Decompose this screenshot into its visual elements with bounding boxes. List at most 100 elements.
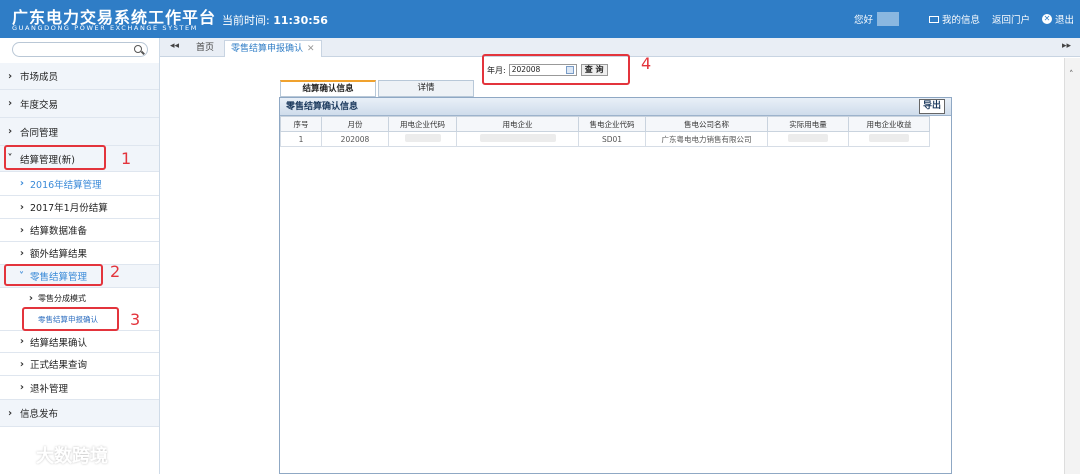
cell-index: 1	[280, 131, 322, 147]
sidebar-item-label: 2017年1月份结算	[30, 203, 108, 214]
chevron-right-icon: ›	[19, 247, 24, 259]
vertical-scrollbar[interactable]: ˄	[1064, 58, 1080, 474]
settlement-panel: 零售结算确认信息 导出 序号 月份 用电企业代码 用电企业 售电企业代码 售电公…	[279, 97, 952, 474]
sidebar-item-retail-share-mode[interactable]: › 零售分成模式	[0, 288, 159, 309]
cell-consumer-code-redacted	[388, 131, 457, 147]
redacted-value	[869, 134, 909, 142]
cell-consumer-revenue-redacted	[848, 131, 930, 147]
annotation-box-2	[4, 264, 103, 286]
chevron-right-icon: ›	[19, 336, 24, 347]
sidebar-item-annual-trading[interactable]: › 年度交易	[0, 90, 159, 118]
sidebar-item-contract-mgmt[interactable]: › 合同管理	[0, 118, 159, 146]
cell-consumer-redacted	[456, 131, 579, 147]
current-time: 当前时间: 11:30:56	[222, 12, 328, 28]
redacted-value	[404, 134, 441, 142]
return-portal-link[interactable]: 返回门户	[992, 12, 1030, 26]
header-actions: 您好 我的信息 返回门户 ✕ 退出	[854, 12, 1074, 26]
cell-actual-usage-redacted	[767, 131, 849, 147]
chevron-right-icon: ›	[28, 293, 33, 304]
cell-retailer-code: SD01	[578, 131, 646, 147]
app-logo-subtitle: GUANGDONG POWER EXCHANGE SYSTEM	[12, 24, 198, 32]
annotation-box-3	[22, 307, 119, 331]
sidebar-item-extra-settlement-results[interactable]: › 额外结算结果	[0, 242, 159, 265]
sidebar-item-2017-jan-settlement[interactable]: › 2017年1月份结算	[0, 196, 159, 219]
close-icon[interactable]: ✕	[307, 44, 315, 54]
sidebar-item-label: 额外结算结果	[30, 249, 88, 260]
panel-title: 零售结算确认信息	[286, 102, 359, 112]
sidebar-search-input[interactable]	[12, 42, 148, 57]
watermark: 大数跨境	[10, 442, 108, 468]
sidebar-item-label: 市场成员	[20, 72, 59, 83]
col-header-retailer-code[interactable]: 售电企业代码	[578, 116, 646, 132]
watermark-text: 大数跨境	[36, 446, 108, 467]
chevron-right-icon: ›	[7, 98, 13, 109]
col-header-consumer[interactable]: 用电企业	[456, 116, 579, 132]
panel-tabs: 结算确认信息 详情	[280, 80, 476, 97]
logout-label: 退出	[1054, 15, 1074, 26]
greeting: 您好	[853, 15, 873, 26]
annotation-number-2: 2	[110, 262, 121, 281]
watermark-logo-icon	[10, 446, 32, 464]
mail-icon	[928, 15, 939, 23]
sidebar-item-label: 正式结果查询	[30, 360, 88, 371]
sidebar-item-formal-result-query[interactable]: › 正式结果查询	[0, 353, 159, 376]
app-header: 广东电力交易系统工作平台 GUANGDONG POWER EXCHANGE SY…	[0, 0, 1080, 38]
sidebar-item-label: 2016年结算管理	[30, 179, 102, 191]
close-circle-icon: ✕	[1041, 14, 1052, 24]
cell-retailer-name: 广东粤电电力销售有限公司	[645, 131, 768, 147]
annotation-number-1: 1	[121, 149, 132, 168]
search-icon[interactable]	[134, 45, 142, 53]
sidebar-item-refund-mgmt[interactable]: › 退补管理	[0, 376, 159, 400]
sidebar-item-label: 信息发布	[20, 409, 59, 420]
chevron-right-icon: ›	[7, 126, 13, 137]
annotation-number-4: 4	[641, 54, 652, 73]
chevron-right-icon: ›	[7, 407, 13, 419]
sidebar-item-settlement-result-confirm[interactable]: › 结算结果确认	[0, 330, 159, 353]
tab-home[interactable]: 首页	[190, 40, 220, 57]
tab-settlement-confirm-info[interactable]: 结算确认信息	[280, 80, 376, 97]
sidebar-item-settlement-data-prep[interactable]: › 结算数据准备	[0, 219, 159, 242]
tab-details[interactable]: 详情	[378, 80, 474, 97]
sidebar-item-label: 退补管理	[30, 383, 69, 395]
redacted-value	[788, 134, 828, 142]
export-button[interactable]: 导出	[918, 99, 945, 114]
tab-retail-settlement-confirm[interactable]: 零售结算申报确认 ✕	[224, 40, 322, 57]
chevron-right-icon: ›	[19, 178, 24, 189]
sidebar-item-info-publish[interactable]: › 信息发布	[0, 400, 159, 427]
tab-label: 零售结算申报确认	[231, 44, 304, 54]
annotation-box-1	[4, 145, 106, 170]
sidebar-item-2016-settlement[interactable]: › 2016年结算管理	[0, 172, 159, 196]
chevron-right-icon: ›	[19, 358, 24, 370]
col-header-consumer-code[interactable]: 用电企业代码	[388, 116, 457, 132]
scroll-up-icon[interactable]: ˄	[1069, 70, 1074, 80]
sidebar-item-market-members[interactable]: › 市场成员	[0, 63, 159, 90]
time-label: 当前时间:	[222, 14, 270, 27]
chevron-right-icon: ›	[19, 382, 24, 393]
time-value: 11:30:56	[273, 14, 328, 27]
redacted-value	[479, 134, 556, 142]
annotation-box-4	[482, 54, 630, 85]
sidebar-item-label: 结算数据准备	[30, 226, 88, 237]
col-header-index[interactable]: 序号	[280, 116, 322, 132]
portal-label: 返回门户	[991, 15, 1030, 26]
my-info-label: 我的信息	[941, 15, 980, 26]
sidebar-item-label: 结算结果确认	[30, 337, 88, 349]
tab-scroll-left-icon[interactable]: ◂◂	[170, 41, 179, 51]
settlement-table: 序号 月份 用电企业代码 用电企业 售电企业代码 售电公司名称 实际用电量 用电…	[280, 116, 930, 147]
chevron-right-icon: ›	[19, 201, 24, 213]
logout-link[interactable]: ✕ 退出	[1041, 12, 1074, 26]
table-header-row: 序号 月份 用电企业代码 用电企业 售电企业代码 售电公司名称 实际用电量 用电…	[280, 116, 930, 132]
table-row[interactable]: 1 202008 SD01 广东粤电电力销售有限公司	[280, 131, 930, 147]
my-info-link[interactable]: 我的信息	[928, 12, 980, 26]
sidebar-item-label: 合同管理	[20, 127, 59, 139]
tab-scroll-right-icon[interactable]: ▸▸	[1062, 41, 1071, 51]
chevron-right-icon: ›	[7, 70, 13, 82]
annotation-number-3: 3	[130, 310, 141, 329]
col-header-retailer-name[interactable]: 售电公司名称	[645, 116, 768, 132]
col-header-consumer-revenue[interactable]: 用电企业收益	[848, 116, 930, 132]
panel-header: 零售结算确认信息 导出	[280, 98, 951, 116]
username-redacted	[876, 12, 899, 26]
sidebar-item-label: 零售分成模式	[38, 294, 86, 303]
col-header-actual-usage[interactable]: 实际用电量	[767, 116, 849, 132]
col-header-month[interactable]: 月份	[321, 116, 389, 132]
